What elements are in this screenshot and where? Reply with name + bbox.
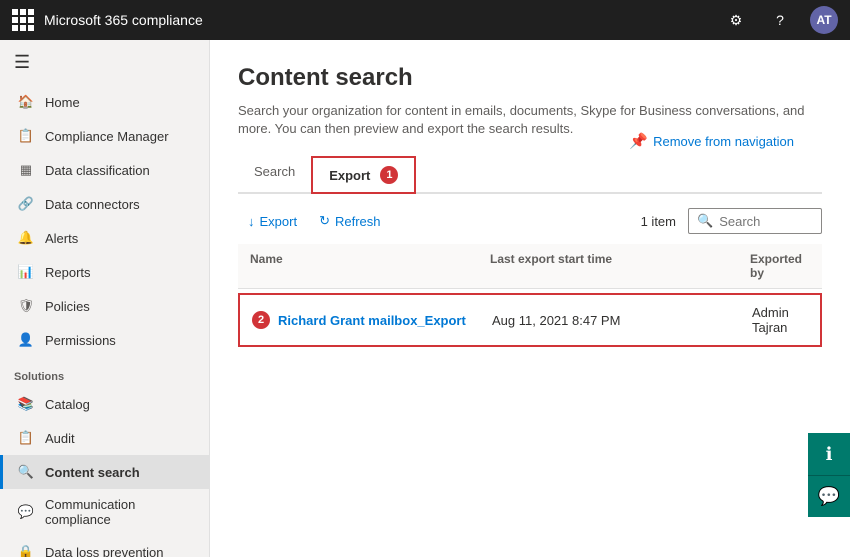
pin-icon: 📌 — [629, 132, 648, 150]
main-content-area: Content search 📌 Remove from navigation … — [210, 40, 850, 557]
toolbar: ↓ Export ↻ Refresh 1 item 🔍 — [238, 208, 822, 234]
sidebar: ☰ 🏠 Home 📋 Compliance Manager ▦ Data cla… — [0, 40, 210, 557]
catalog-icon: 📚 — [17, 395, 35, 413]
sidebar-item-content-search[interactable]: 🔍 Content search — [0, 455, 209, 489]
dlp-icon: 🔒 — [17, 543, 35, 557]
row-last-export-cell: Aug 11, 2021 8:47 PM — [492, 313, 752, 328]
row-exported-by-cell: Admin Tajran — [752, 305, 808, 335]
col-exported-by: Exported by — [750, 252, 810, 280]
page-title: Content search — [238, 64, 413, 92]
col-last-export: Last export start time — [490, 252, 750, 280]
policy-icon: 🛡 — [17, 297, 35, 315]
row-name-cell: 2 Richard Grant mailbox_Export — [252, 311, 492, 329]
item-count: 1 item — [641, 214, 676, 229]
home-icon: 🏠 — [17, 93, 35, 111]
solutions-section-label: Solutions — [0, 357, 209, 387]
sidebar-item-communication-compliance[interactable]: 💬 Communication compliance — [0, 489, 209, 535]
chat-float-button[interactable]: 💬 — [808, 475, 850, 517]
search-input[interactable] — [719, 214, 813, 229]
connect-icon: 🔗 — [17, 195, 35, 213]
export-icon: ↓ — [248, 214, 255, 229]
main-header: Content search 📌 Remove from navigation — [238, 64, 822, 102]
waffle-menu[interactable] — [12, 9, 34, 31]
sidebar-item-policies[interactable]: 🛡 Policies — [0, 289, 209, 323]
tab-export[interactable]: Export 1 — [311, 156, 416, 194]
refresh-icon: ↻ — [319, 213, 330, 229]
sidebar-item-home[interactable]: 🏠 Home — [0, 85, 209, 119]
sidebar-item-data-classification[interactable]: ▦ Data classification — [0, 153, 209, 187]
sidebar-item-alerts[interactable]: 🔔 Alerts — [0, 221, 209, 255]
hamburger-button[interactable]: ☰ — [0, 40, 209, 85]
audit-icon: 📋 — [17, 429, 35, 447]
sidebar-item-compliance-manager[interactable]: 📋 Compliance Manager — [0, 119, 209, 153]
step-2-badge: 2 — [252, 311, 270, 329]
col-name: Name — [250, 252, 490, 280]
app-title: Microsoft 365 compliance — [44, 12, 712, 28]
person-icon: 👤 — [17, 331, 35, 349]
floating-buttons: ℹ 💬 — [808, 433, 850, 517]
sidebar-item-catalog[interactable]: 📚 Catalog — [0, 387, 209, 421]
step-1-badge: 1 — [380, 166, 398, 184]
help-icon[interactable]: ? — [766, 6, 794, 34]
sidebar-item-audit[interactable]: 📋 Audit — [0, 421, 209, 455]
info-float-button[interactable]: ℹ — [808, 433, 850, 475]
table-header: Name Last export start time Exported by — [238, 244, 822, 289]
sidebar-item-reports[interactable]: 📊 Reports — [0, 255, 209, 289]
search-icon: 🔍 — [17, 463, 35, 481]
settings-icon[interactable]: ⚙ — [722, 6, 750, 34]
comm-icon: 💬 — [17, 503, 35, 521]
main-content: Content search 📌 Remove from navigation … — [210, 40, 850, 557]
table-row[interactable]: 2 Richard Grant mailbox_Export Aug 11, 2… — [238, 293, 822, 347]
tab-search[interactable]: Search — [238, 156, 311, 194]
bell-icon: 🔔 — [17, 229, 35, 247]
topbar-icons: ⚙ ? AT — [722, 6, 838, 34]
sidebar-item-permissions[interactable]: 👤 Permissions — [0, 323, 209, 357]
tabs: Search Export 1 — [238, 156, 822, 194]
search-box: 🔍 — [688, 208, 822, 234]
avatar[interactable]: AT — [810, 6, 838, 34]
sidebar-item-data-connectors[interactable]: 🔗 Data connectors — [0, 187, 209, 221]
remove-from-navigation-button[interactable]: 📌 Remove from navigation — [629, 132, 794, 150]
grid-icon: ▦ — [17, 161, 35, 179]
sidebar-item-dlp[interactable]: 🔒 Data loss prevention — [0, 535, 209, 557]
export-button[interactable]: ↓ Export — [238, 209, 307, 234]
chart-icon: 📊 — [17, 263, 35, 281]
topbar: Microsoft 365 compliance ⚙ ? AT — [0, 0, 850, 40]
refresh-button[interactable]: ↻ Refresh — [309, 208, 390, 234]
layout: ☰ 🏠 Home 📋 Compliance Manager ▦ Data cla… — [0, 40, 850, 557]
search-input-icon: 🔍 — [697, 213, 713, 229]
clipboard-icon: 📋 — [17, 127, 35, 145]
